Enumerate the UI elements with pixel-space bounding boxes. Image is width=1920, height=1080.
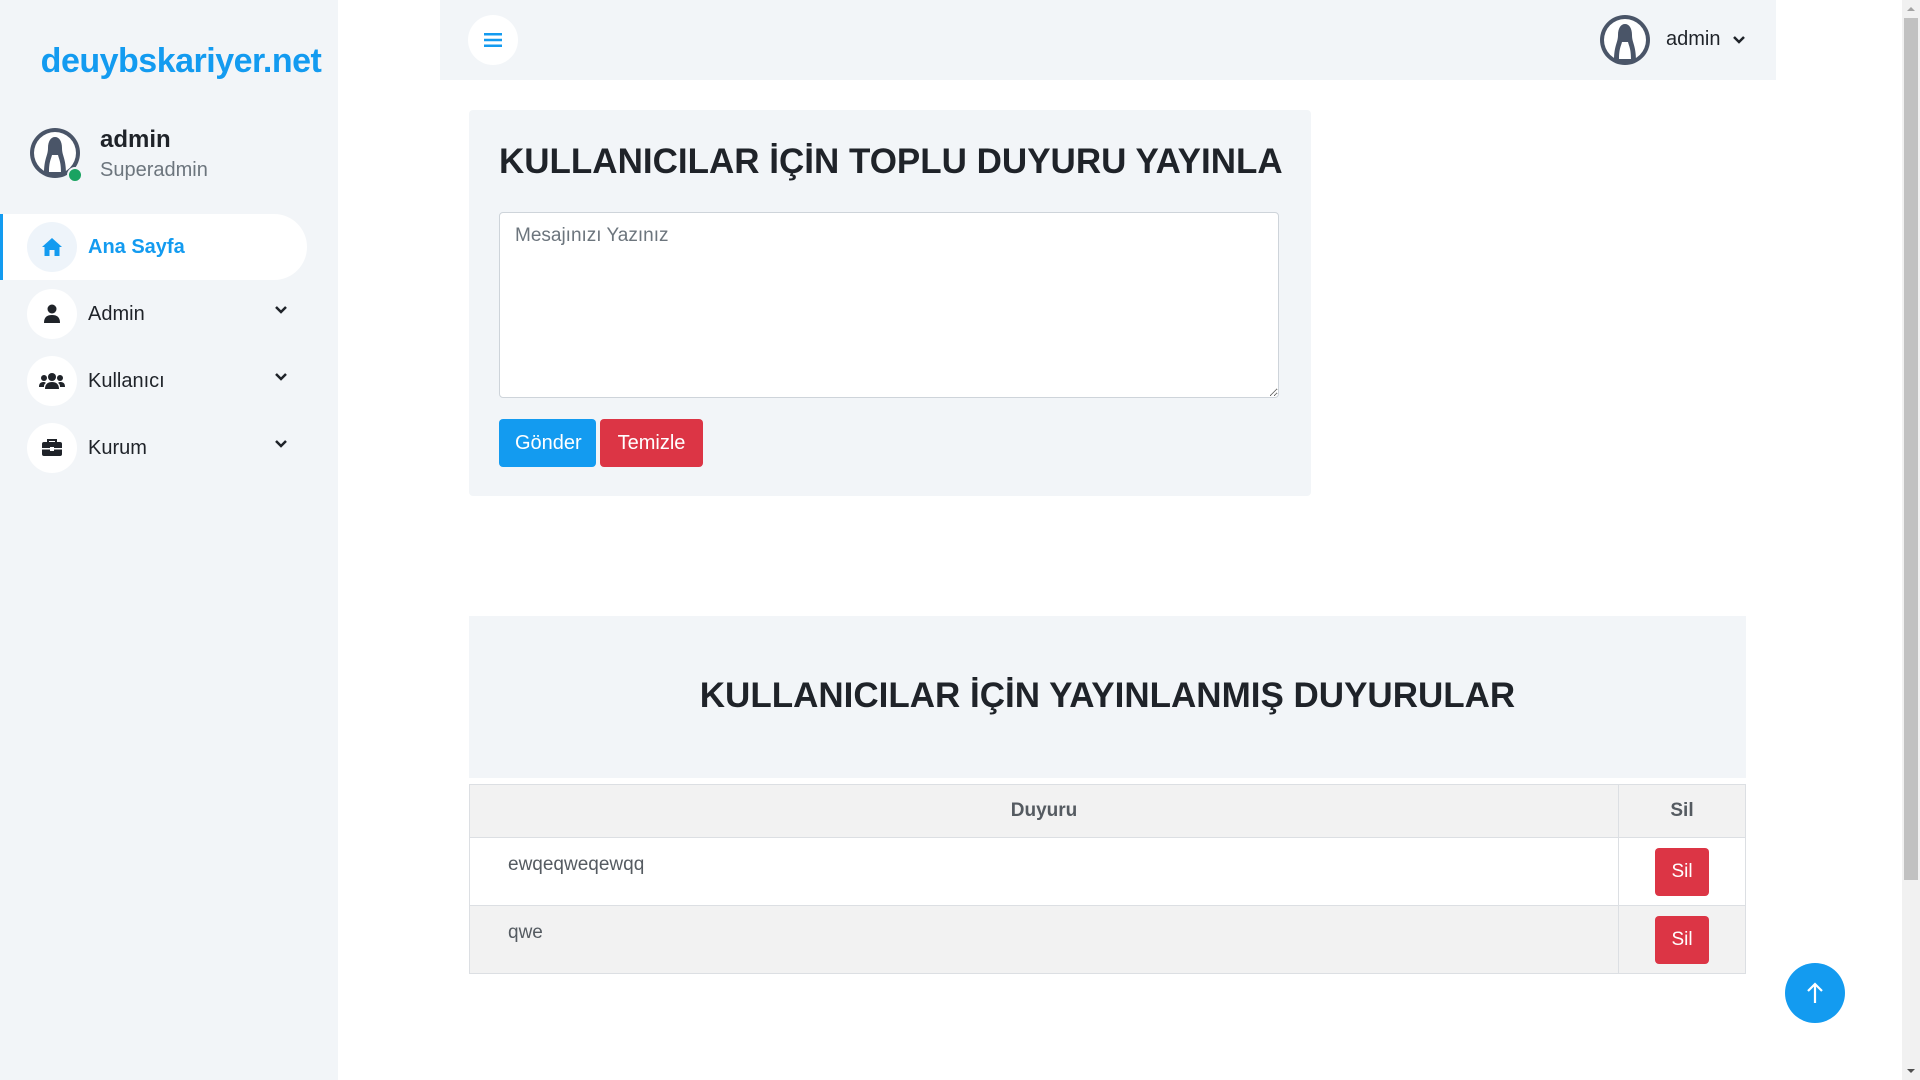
- announcement-form-card: KULLANICILAR İÇİN TOPLU DUYURU YAYINLA G…: [469, 110, 1311, 496]
- avatar-icon: [1600, 15, 1650, 65]
- user-icon: [27, 289, 77, 339]
- scroll-up-arrow-icon[interactable]: [1902, 0, 1920, 18]
- sidebar-item-kullanici[interactable]: Kullanıcı: [0, 348, 338, 414]
- chevron-down-icon[interactable]: [274, 372, 288, 382]
- sidebar-item-kurum[interactable]: Kurum: [0, 415, 338, 481]
- sidebar-item-label: Kurum: [88, 436, 147, 459]
- announcements-table: Duyuru Sil ewqeqweqewqq Sil qwe Sil: [469, 784, 1746, 974]
- scrollbar-thumb[interactable]: [1904, 18, 1918, 880]
- sidebar-item-label: Kullanıcı: [88, 369, 165, 392]
- scroll-to-top-button[interactable]: [1785, 963, 1845, 1023]
- announcement-text: ewqeqweqewqq: [469, 837, 1619, 906]
- delete-button[interactable]: Sil: [1655, 847, 1709, 896]
- sidebar-item-label: Ana Sayfa: [88, 235, 185, 258]
- hamburger-menu-icon: [484, 33, 502, 47]
- sidebar-profile: admin Superadmin: [30, 126, 330, 186]
- published-announcements-title: KULLANICILAR İÇİN YAYINLANMIŞ DUYURULAR: [699, 676, 1516, 715]
- briefcase-icon: [27, 423, 77, 473]
- column-header-duyuru: Duyuru: [469, 784, 1619, 838]
- online-status-dot: [67, 167, 83, 183]
- sidebar: deuybskariyer.net admin Superadmin Ana S…: [0, 0, 338, 1080]
- user-menu-dropdown[interactable]: admin: [1600, 15, 1760, 65]
- page-scrollbar[interactable]: [1902, 0, 1920, 1080]
- chevron-down-icon: [1733, 36, 1745, 44]
- sidebar-item-ana-sayfa[interactable]: Ana Sayfa: [0, 214, 307, 280]
- sidebar-item-admin[interactable]: Admin: [0, 281, 338, 347]
- message-textarea[interactable]: [499, 212, 1279, 398]
- delete-button[interactable]: Sil: [1655, 915, 1709, 964]
- scroll-down-arrow-icon[interactable]: [1902, 1062, 1920, 1080]
- column-header-sil: Sil: [1618, 784, 1746, 838]
- users-icon: [27, 356, 77, 406]
- user-menu-name: admin: [1666, 28, 1721, 50]
- sidebar-item-label: Admin: [88, 302, 145, 325]
- table-row: qwe Sil: [469, 905, 1746, 974]
- chevron-down-icon[interactable]: [274, 439, 288, 449]
- announcement-text: qwe: [469, 905, 1619, 974]
- top-bar: admin: [440, 0, 1776, 80]
- profile-role: Superadmin: [100, 159, 208, 181]
- brand-logo-text[interactable]: deuybskariyer.net: [0, 42, 362, 81]
- send-button[interactable]: Gönder: [499, 419, 596, 467]
- clear-button[interactable]: Temizle: [600, 419, 703, 467]
- home-icon: [27, 222, 77, 272]
- announcement-form-title: KULLANICILAR İÇİN TOPLU DUYURU YAYINLA: [499, 142, 1283, 181]
- avatar: [30, 128, 83, 183]
- avatar: [1600, 15, 1650, 65]
- chevron-down-icon[interactable]: [274, 305, 288, 315]
- published-announcements-header: KULLANICILAR İÇİN YAYINLANMIŞ DUYURULAR: [469, 616, 1746, 778]
- sidebar-nav: Ana Sayfa Admin Kullanıcı Kurum: [0, 214, 338, 482]
- menu-toggle-button[interactable]: [468, 15, 518, 65]
- table-row: ewqeqweqewqq Sil: [469, 837, 1746, 906]
- arrow-up-icon: [1807, 982, 1823, 1003]
- profile-name: admin: [100, 126, 171, 153]
